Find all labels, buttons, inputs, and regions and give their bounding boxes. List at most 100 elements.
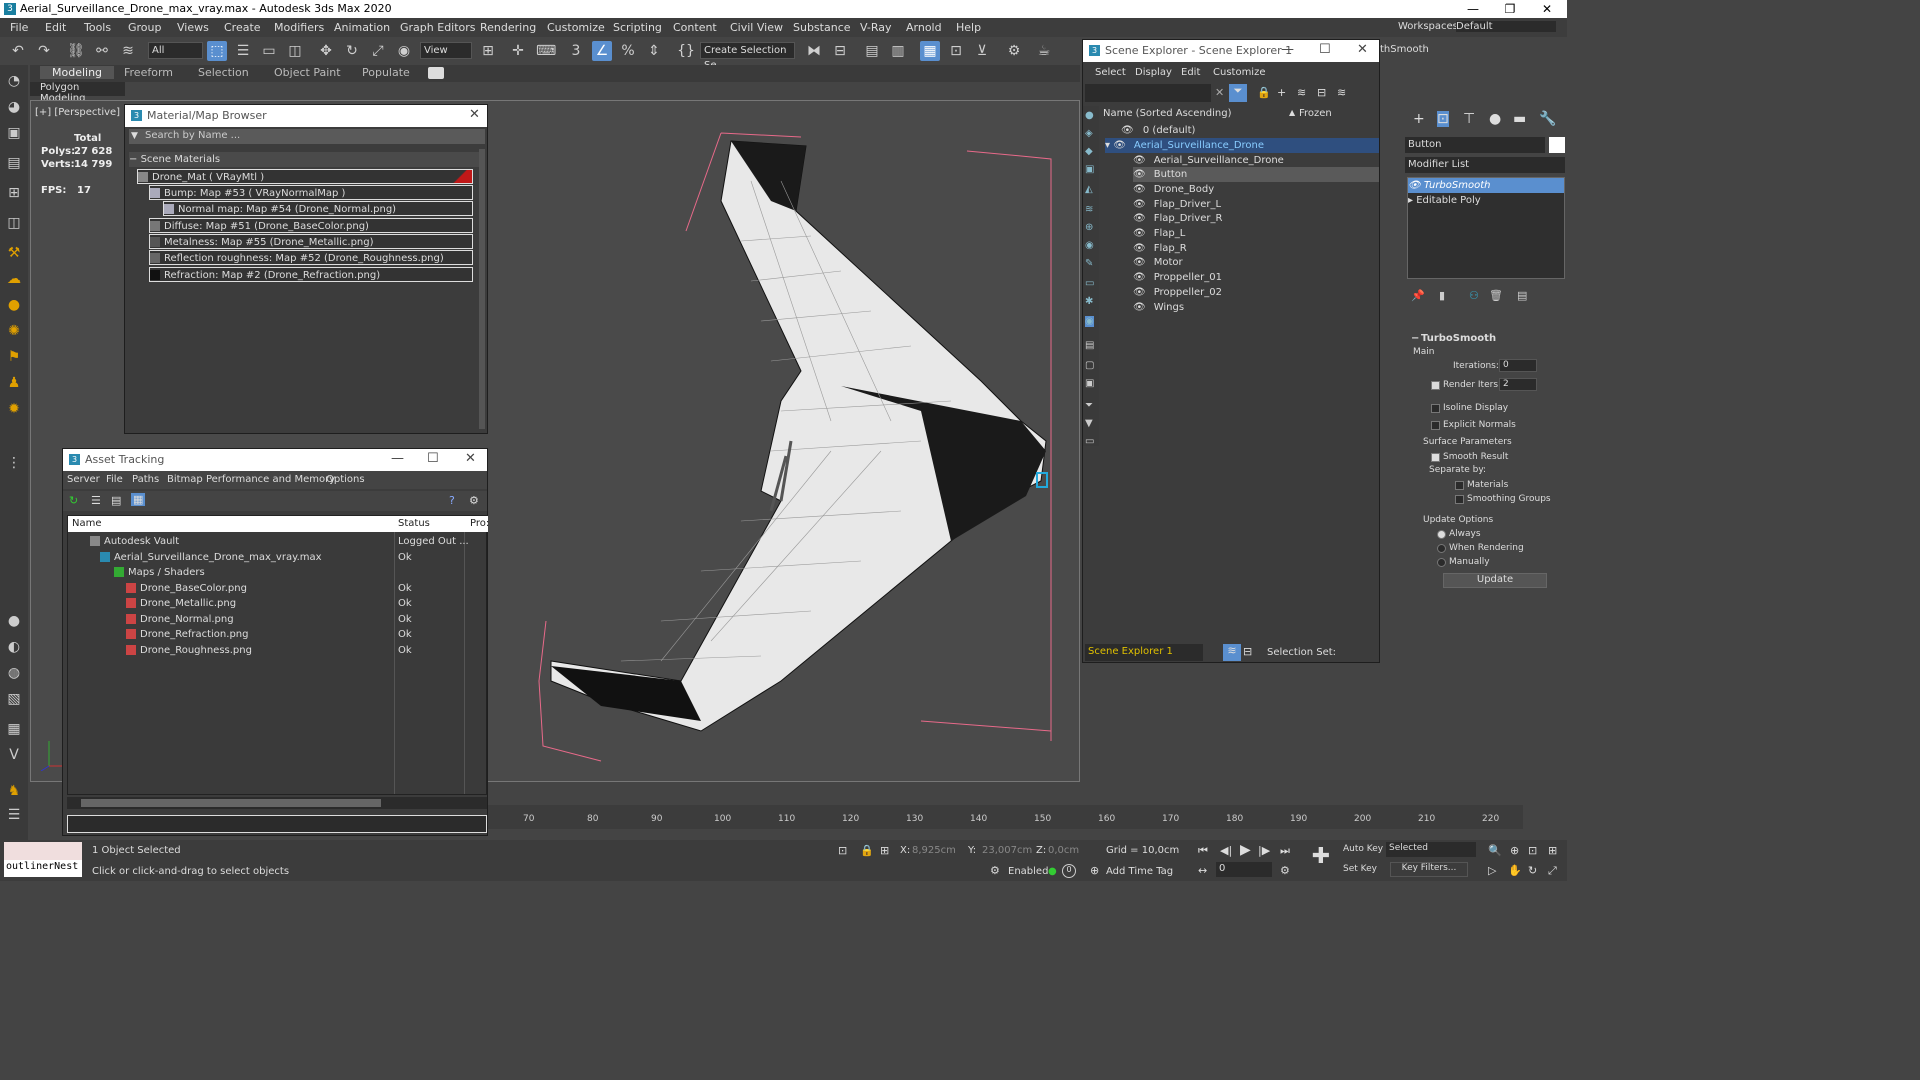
eye-icon[interactable]: 👁 <box>1133 272 1146 283</box>
utilities-tab-icon[interactable]: 🔧 <box>1539 111 1556 127</box>
asset-minimize-icon[interactable]: — <box>391 451 404 466</box>
eye-icon[interactable]: 👁 <box>1133 199 1146 210</box>
window-crossing-icon[interactable]: ◫ <box>285 41 305 61</box>
scene-item-flap-driver-r[interactable]: 👁 Flap_Driver_R <box>1133 211 1379 226</box>
tab-freeform[interactable]: Freeform <box>112 66 185 79</box>
placement-icon[interactable]: ◉ <box>394 41 414 61</box>
col-frozen[interactable]: Frozen <box>1299 108 1332 119</box>
reference-coord-dropdown[interactable]: View <box>420 42 472 59</box>
layers-icon[interactable]: ▤ <box>4 155 24 175</box>
render-setup-icon[interactable]: ⚙ <box>1004 41 1024 61</box>
scene-item-motor[interactable]: 👁 Motor <box>1133 255 1379 270</box>
clear-search-icon[interactable]: ✕ <box>1215 86 1224 99</box>
move-icon[interactable]: ✥ <box>316 41 336 61</box>
table-row[interactable]: Drone_BaseColor.png <box>126 581 247 596</box>
y-coordinate-field[interactable]: 23,007cm <box>982 845 1032 856</box>
set-key-big-icon[interactable]: ✚ <box>1306 844 1336 876</box>
modify-tab-icon[interactable]: ⊡ <box>1437 111 1449 127</box>
material-sphere-icon[interactable]: ● <box>4 613 24 633</box>
modifier-list-dropdown[interactable]: Modifier List <box>1405 157 1565 173</box>
maximize-viewport-icon[interactable]: ⤢ <box>1548 864 1557 878</box>
zoom-extents-all-icon[interactable]: ⊞ <box>1548 844 1557 857</box>
scene-item-flap-l[interactable]: 👁 Flap_L <box>1133 226 1379 241</box>
containers-filter-icon[interactable]: ▭ <box>1085 278 1094 289</box>
rollout-collapse-icon[interactable]: − <box>1411 333 1419 344</box>
keyboard-shortcut-icon[interactable]: ⌨ <box>536 41 556 61</box>
isolate-selection-icon[interactable]: ⊡ <box>838 844 847 857</box>
next-frame-icon[interactable]: |▶ <box>1258 844 1270 857</box>
select-object-icon[interactable]: ⬚ <box>207 41 227 61</box>
scene-item-drone-body[interactable]: 👁 Drone_Body <box>1133 182 1379 197</box>
unlink-icon[interactable]: ⚯ <box>92 41 112 61</box>
filter-small-icon[interactable]: ⏷ <box>1085 400 1093 411</box>
scene-item-propeller-02[interactable]: 👁 Proppeller_02 <box>1133 285 1379 300</box>
geometry-filter-icon[interactable]: ● <box>1085 110 1094 121</box>
eye-icon[interactable]: 👁 <box>1133 302 1146 313</box>
make-unique-icon[interactable]: ⚇ <box>1469 289 1479 302</box>
stack-item-turbosmooth[interactable]: 👁 TurboSmooth <box>1408 178 1564 193</box>
bones-filter-icon[interactable]: ✎ <box>1085 258 1093 269</box>
enabled-status-dot[interactable]: ● <box>1048 866 1057 877</box>
eye-icon[interactable]: 👁 <box>1121 125 1137 136</box>
link-icon[interactable]: ⛓ <box>66 41 86 61</box>
scene-close-icon[interactable]: ✕ <box>1357 42 1368 57</box>
close-button[interactable]: ✕ <box>1529 0 1565 18</box>
time-config-icon[interactable]: ⚙ <box>1280 864 1290 877</box>
settings-icon[interactable]: ⚙ <box>469 494 479 507</box>
list-view-icon[interactable]: ☰ <box>91 494 101 507</box>
manipulate-icon[interactable]: ✛ <box>508 41 528 61</box>
selection-filter-dropdown[interactable]: All <box>148 42 203 59</box>
eye-icon[interactable]: 👁 <box>1113 140 1126 151</box>
scene-search-input[interactable] <box>1085 84 1211 102</box>
pivot-icon[interactable]: ⊞ <box>478 41 498 61</box>
tools-icon[interactable]: ⋮ <box>4 455 24 475</box>
scene-item-drone-layer[interactable]: ▾ 👁 Aerial_Surveillance_Drone <box>1105 138 1379 153</box>
render-iters-checkbox[interactable] <box>1431 381 1440 390</box>
scene-menu-display[interactable]: Display <box>1135 67 1172 78</box>
expand-icon[interactable]: ▸ <box>1408 195 1416 206</box>
menu-civil-view[interactable]: Civil View <box>730 21 783 34</box>
scale-icon[interactable]: ⤢ <box>368 41 388 61</box>
orbit-viewport-icon[interactable]: ↻ <box>1528 864 1537 877</box>
scene-explorer-titlebar[interactable]: 3 Scene Explorer - Scene Explorer 1 — ☐ … <box>1083 40 1379 62</box>
help-icon[interactable]: ? <box>449 494 455 507</box>
ribbon-options-icon[interactable] <box>428 67 444 79</box>
menu-tools[interactable]: Tools <box>84 21 111 34</box>
menu-customize[interactable]: Customize <box>547 21 605 34</box>
table-view-icon[interactable]: ▦ <box>131 493 146 506</box>
hierarchy-tab-icon[interactable]: ⊤ <box>1463 111 1475 127</box>
expand-icon[interactable]: ▾ <box>1105 140 1113 151</box>
lock-icon[interactable]: 🔒 <box>1257 86 1271 99</box>
bind-spacewarp-icon[interactable]: ≋ <box>118 41 138 61</box>
eye-icon[interactable]: 👁 <box>1133 155 1146 166</box>
scene-item-flap-r[interactable]: 👁 Flap_R <box>1133 241 1379 256</box>
viewport-layout-icon[interactable]: ▦ <box>4 721 24 741</box>
adaptive-degradation-icon[interactable]: ⚙ <box>990 864 1000 877</box>
scene-item-propeller-01[interactable]: 👁 Proppeller_01 <box>1133 270 1379 285</box>
display-tab-icon[interactable]: ▬ <box>1513 111 1526 127</box>
snaps-toggle-icon[interactable]: 3 <box>566 41 586 61</box>
tab-modeling[interactable]: Modeling <box>40 66 115 79</box>
absolute-mode-icon[interactable]: ⊞ <box>880 844 889 857</box>
edit-named-sel-icon[interactable]: {} <box>676 41 696 61</box>
create-tab-icon[interactable]: + <box>1413 111 1425 127</box>
asset-path-field[interactable] <box>67 815 487 833</box>
show-end-result-icon[interactable]: ▮ <box>1439 289 1445 302</box>
key-filters-button[interactable]: Key Filters... <box>1390 862 1468 877</box>
groups-filter-icon[interactable]: ⊕ <box>1085 222 1093 233</box>
scene-menu-select[interactable]: Select <box>1095 67 1126 78</box>
material-browser-titlebar[interactable]: 3 Material/Map Browser ✕ <box>125 105 487 127</box>
menu-modifiers[interactable]: Modifiers <box>274 21 324 34</box>
material-editor-icon[interactable]: ⊻ <box>972 41 992 61</box>
stack-item-editable-poly[interactable]: ▸ Editable Poly <box>1408 193 1564 208</box>
scene-menu-customize[interactable]: Customize <box>1213 67 1266 78</box>
asset-horizontal-scrollbar[interactable] <box>67 797 487 809</box>
object-name-field[interactable]: Button <box>1405 137 1545 153</box>
filter-icon[interactable]: ⏷ <box>1229 84 1247 102</box>
display-icon[interactable]: ▣ <box>4 125 24 145</box>
smoothing-groups-checkbox[interactable] <box>1455 495 1464 504</box>
refresh-icon[interactable]: ↻ <box>69 494 78 507</box>
sun-icon[interactable]: ✹ <box>4 401 24 421</box>
undo-icon[interactable]: ↶ <box>8 41 28 61</box>
hierarchy-mode-icon[interactable]: ⊟ <box>1243 645 1252 658</box>
